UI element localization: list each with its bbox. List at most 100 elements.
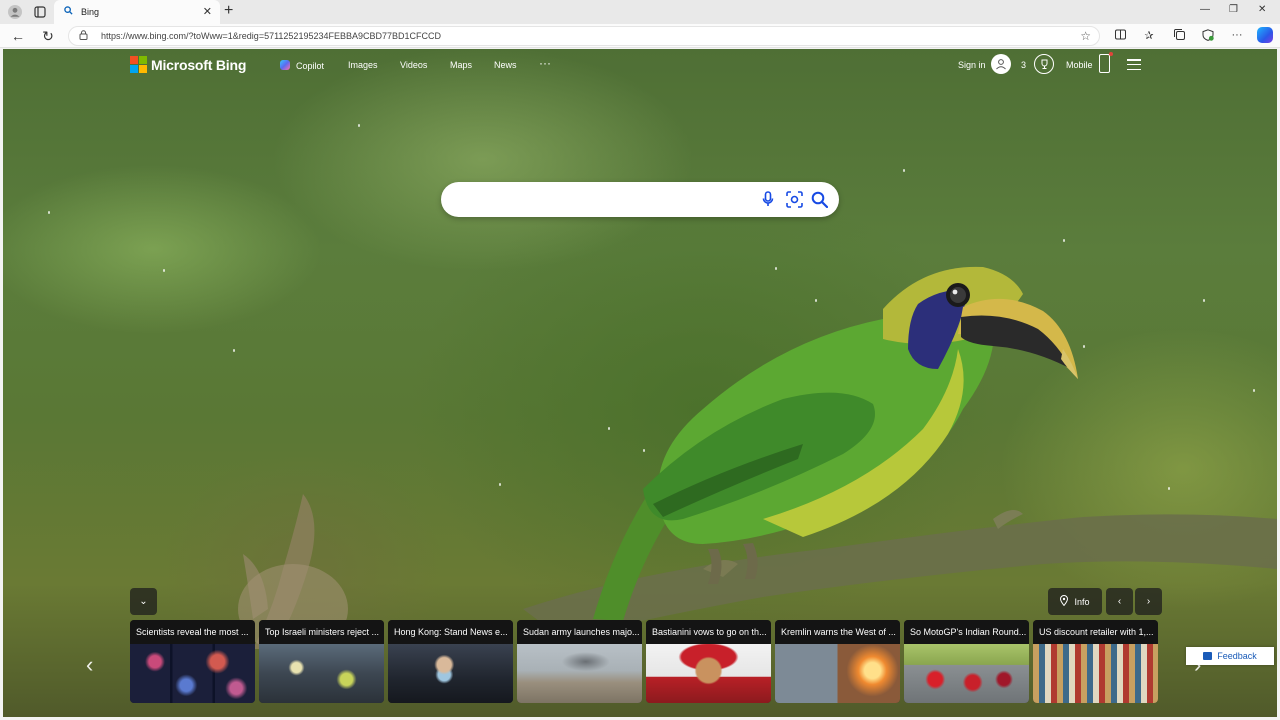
search-icon[interactable] bbox=[809, 189, 829, 209]
news-card-image bbox=[517, 644, 642, 703]
news-card-image bbox=[130, 644, 255, 703]
raindrop bbox=[903, 169, 905, 172]
carousel-prev-icon[interactable]: ‹ bbox=[86, 652, 93, 678]
next-image-button[interactable]: › bbox=[1135, 588, 1162, 615]
news-card-title: Top Israeli ministers reject ... bbox=[259, 620, 384, 644]
hamburger-menu-icon[interactable] bbox=[1127, 59, 1141, 73]
close-tab-icon[interactable]: ✕ bbox=[203, 5, 212, 18]
nav-more[interactable]: ··· bbox=[539, 56, 551, 70]
news-card[interactable]: Top Israeli ministers reject ... bbox=[259, 620, 384, 703]
chevron-right-icon: › bbox=[1146, 596, 1151, 607]
copilot-icon bbox=[280, 60, 290, 70]
notification-dot bbox=[1109, 52, 1113, 56]
search-icon bbox=[64, 6, 73, 18]
nav-images[interactable]: Images bbox=[348, 60, 378, 70]
location-pin-icon bbox=[1060, 595, 1069, 608]
feedback-button[interactable]: Feedback bbox=[1186, 647, 1274, 665]
raindrop bbox=[499, 483, 501, 486]
logo-text: Microsoft Bing bbox=[151, 56, 247, 73]
previous-image-button[interactable]: ‹ bbox=[1106, 588, 1133, 615]
raindrop bbox=[1063, 239, 1065, 242]
news-card-image bbox=[1033, 644, 1158, 703]
visual-search-icon[interactable] bbox=[784, 189, 804, 209]
chevron-left-icon: ‹ bbox=[1117, 596, 1122, 607]
microphone-icon[interactable] bbox=[758, 189, 778, 209]
nav-copilot-label: Copilot bbox=[296, 61, 325, 71]
raindrop bbox=[643, 449, 645, 452]
image-info-button[interactable]: Info bbox=[1048, 588, 1102, 615]
profile-icon[interactable] bbox=[6, 3, 24, 21]
new-tab-icon[interactable]: + bbox=[224, 2, 233, 20]
news-card-title: US discount retailer with 1,... bbox=[1033, 620, 1158, 644]
raindrop bbox=[775, 267, 777, 270]
news-card-title: Kremlin warns the West of ... bbox=[775, 620, 900, 644]
search-box[interactable] bbox=[441, 182, 839, 217]
lock-icon[interactable] bbox=[79, 30, 88, 43]
news-card[interactable]: Kremlin warns the West of ... bbox=[775, 620, 900, 703]
microsoft-logo-icon bbox=[130, 56, 147, 73]
news-card[interactable]: US discount retailer with 1,... bbox=[1033, 620, 1158, 703]
bing-homepage: Microsoft Bing Copilot Images Videos Map… bbox=[3, 49, 1277, 717]
news-card[interactable]: So MotoGP's Indian Round... bbox=[904, 620, 1029, 703]
search-input[interactable] bbox=[459, 190, 749, 208]
raindrop bbox=[163, 269, 165, 272]
raindrop bbox=[233, 349, 235, 352]
nav-copilot[interactable]: Copilot bbox=[280, 60, 324, 71]
news-card[interactable]: Bastianini vows to go on th... bbox=[646, 620, 771, 703]
rewards-trophy-icon[interactable] bbox=[1034, 54, 1054, 74]
address-toolbar: ← ↻ https://www.bing.com/?toWww=1&redig=… bbox=[0, 24, 1280, 48]
url-text[interactable]: https://www.bing.com/?toWww=1&redig=5711… bbox=[101, 31, 441, 41]
user-avatar-icon[interactable] bbox=[991, 54, 1011, 74]
collapse-feed-button[interactable]: ⌄ bbox=[130, 588, 157, 615]
browser-tab-bar: Bing ✕ + — ❐ ✕ bbox=[0, 0, 1280, 24]
feedback-icon bbox=[1203, 652, 1213, 660]
copilot-sidebar-icon[interactable] bbox=[1257, 27, 1273, 43]
chevron-down-icon: ⌄ bbox=[139, 596, 148, 607]
refresh-icon[interactable]: ↻ bbox=[40, 28, 56, 44]
raindrop bbox=[1203, 299, 1205, 302]
news-card-title: Bastianini vows to go on th... bbox=[646, 620, 771, 644]
raindrop bbox=[1253, 389, 1255, 392]
restore-icon[interactable]: ❐ bbox=[1229, 4, 1238, 15]
address-bar[interactable]: https://www.bing.com/?toWww=1&redig=5711… bbox=[68, 26, 1100, 46]
favorite-star-icon[interactable]: ☆ bbox=[1080, 29, 1091, 43]
news-card[interactable]: Sudan army launches majo... bbox=[517, 620, 642, 703]
news-card[interactable]: Hong Kong: Stand News e... bbox=[388, 620, 513, 703]
news-card-image bbox=[388, 644, 513, 703]
raindrop bbox=[1083, 345, 1085, 348]
news-card-image bbox=[904, 644, 1029, 703]
mobile-link[interactable]: Mobile bbox=[1066, 60, 1093, 70]
nav-news[interactable]: News bbox=[494, 60, 517, 70]
raindrop bbox=[48, 211, 50, 214]
nav-videos[interactable]: Videos bbox=[400, 60, 427, 70]
sign-in-link[interactable]: Sign in bbox=[958, 60, 986, 70]
raindrop bbox=[815, 299, 817, 302]
news-card-title: Scientists reveal the most ... bbox=[130, 620, 255, 644]
minimize-icon[interactable]: — bbox=[1200, 4, 1210, 15]
news-card-title: Hong Kong: Stand News e... bbox=[388, 620, 513, 644]
news-card-image bbox=[259, 644, 384, 703]
collections-icon[interactable] bbox=[1171, 29, 1187, 43]
info-label: Info bbox=[1074, 596, 1090, 607]
raindrop bbox=[358, 124, 360, 127]
mobile-phone-icon[interactable] bbox=[1099, 54, 1110, 73]
nav-maps[interactable]: Maps bbox=[450, 60, 472, 70]
tab-actions-icon[interactable] bbox=[31, 3, 49, 21]
raindrop bbox=[1168, 487, 1170, 490]
rewards-count[interactable]: 3 bbox=[1021, 60, 1026, 70]
favorites-icon[interactable]: ✰ bbox=[1141, 29, 1157, 42]
background-image bbox=[238, 266, 1277, 654]
news-card[interactable]: Scientists reveal the most ... bbox=[130, 620, 255, 703]
bing-logo[interactable]: Microsoft Bing bbox=[130, 56, 246, 73]
news-card-title: So MotoGP's Indian Round... bbox=[904, 620, 1029, 644]
browser-essentials-icon[interactable] bbox=[1200, 29, 1216, 44]
split-screen-icon[interactable] bbox=[1112, 29, 1128, 43]
feedback-label: Feedback bbox=[1217, 651, 1257, 661]
news-card-image bbox=[775, 644, 900, 703]
more-options-icon[interactable]: ··· bbox=[1229, 29, 1245, 41]
close-window-icon[interactable]: ✕ bbox=[1258, 4, 1266, 15]
tab-title: Bing bbox=[81, 7, 100, 17]
browser-tab-bing[interactable]: Bing ✕ bbox=[54, 0, 220, 24]
back-icon[interactable]: ← bbox=[10, 28, 26, 44]
news-card-title: Sudan army launches majo... bbox=[517, 620, 642, 644]
